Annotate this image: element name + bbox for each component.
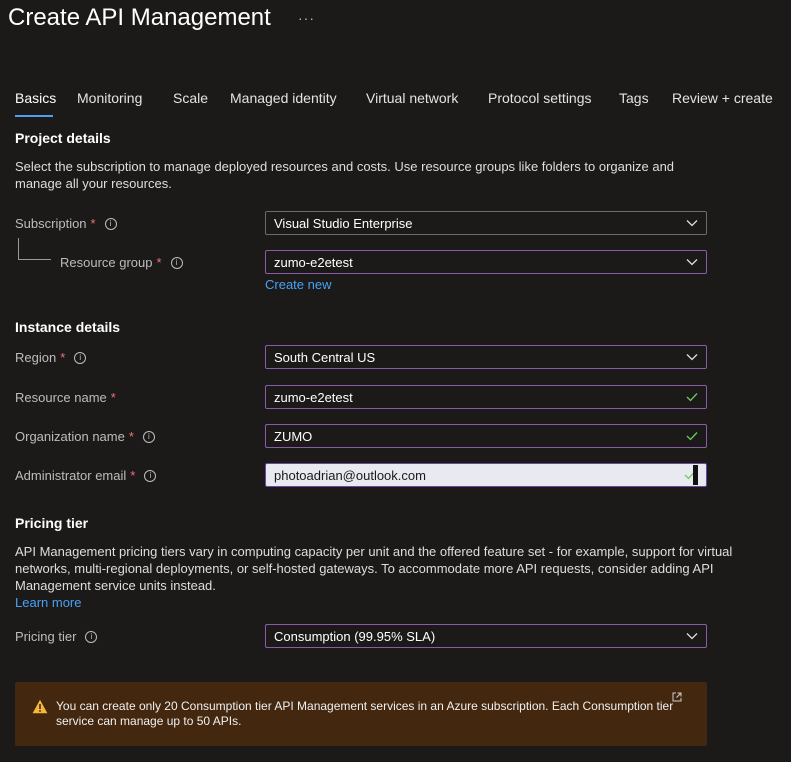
project-details-description: Select the subscription to manage deploy… <box>15 159 675 191</box>
tab-virtual-network[interactable]: Virtual network <box>366 90 458 106</box>
admin-email-value: photoadrian@outlook.com <box>274 467 426 483</box>
resource-name-label-text: Resource name <box>15 390 107 405</box>
external-link-icon[interactable] <box>672 692 682 702</box>
checkmark-icon <box>686 432 698 441</box>
tab-scale[interactable]: Scale <box>173 90 208 106</box>
subscription-dropdown[interactable]: Visual Studio Enterprise <box>265 211 707 235</box>
tab-monitoring[interactable]: Monitoring <box>77 90 142 106</box>
admin-email-label-text: Administrator email <box>15 468 127 483</box>
active-tab-indicator <box>15 115 53 117</box>
resource-name-label: Resource name * <box>15 390 116 405</box>
subscription-label: Subscription * i <box>15 216 117 231</box>
organization-name-label-text: Organization name <box>15 429 125 444</box>
region-value: South Central US <box>274 349 376 365</box>
pricing-tier-description: API Management pricing tiers vary in com… <box>15 544 733 593</box>
tab-tags[interactable]: Tags <box>619 90 649 106</box>
region-dropdown[interactable]: South Central US <box>265 345 707 369</box>
admin-email-label: Administrator email * i <box>15 468 157 483</box>
info-icon[interactable]: i <box>144 469 157 482</box>
pricing-tier-label: Pricing tier i <box>15 629 98 644</box>
text-cursor <box>693 465 698 485</box>
region-label-text: Region <box>15 350 57 365</box>
page-title: Create API Management <box>8 4 271 31</box>
required-marker: * <box>60 350 66 365</box>
checkmark-icon <box>686 393 698 402</box>
info-icon[interactable]: i <box>142 430 155 443</box>
chevron-down-icon <box>686 633 698 640</box>
pricing-tier-heading: Pricing tier <box>15 515 89 531</box>
tree-connector-horizontal <box>18 259 51 260</box>
organization-name-label: Organization name * i <box>15 429 155 444</box>
required-marker: * <box>90 216 96 231</box>
tab-basics[interactable]: Basics <box>15 90 56 106</box>
info-icon[interactable]: i <box>104 217 117 230</box>
chevron-down-icon <box>686 220 698 227</box>
resource-name-input[interactable]: zumo-e2etest <box>265 385 707 409</box>
create-new-resource-group-link[interactable]: Create new <box>265 277 331 292</box>
required-marker: * <box>156 255 162 270</box>
required-marker: * <box>130 468 136 483</box>
resource-group-label: Resource group * i <box>60 255 183 270</box>
tab-review-create[interactable]: Review + create <box>672 90 773 106</box>
project-details-heading: Project details <box>15 130 111 146</box>
region-label: Region * i <box>15 350 87 365</box>
resource-name-value: zumo-e2etest <box>274 389 353 405</box>
subscription-label-text: Subscription <box>15 216 87 231</box>
chevron-down-icon <box>686 259 698 266</box>
pricing-tier-dropdown[interactable]: Consumption (99.95% SLA) <box>265 624 707 648</box>
resource-group-label-text: Resource group <box>60 255 153 270</box>
info-icon[interactable]: i <box>74 351 87 364</box>
required-marker: * <box>110 390 116 405</box>
info-icon[interactable]: i <box>170 256 183 269</box>
organization-name-input[interactable]: ZUMO <box>265 424 707 448</box>
pricing-tier-label-text: Pricing tier <box>15 629 77 644</box>
pricing-tier-value: Consumption (99.95% SLA) <box>274 628 436 644</box>
info-icon[interactable]: i <box>85 630 98 643</box>
subscription-value: Visual Studio Enterprise <box>274 215 413 231</box>
tab-managed-identity[interactable]: Managed identity <box>230 90 337 106</box>
organization-name-value: ZUMO <box>274 428 313 444</box>
required-marker: * <box>128 429 134 444</box>
tab-protocol-settings[interactable]: Protocol settings <box>488 90 592 106</box>
resource-group-dropdown[interactable]: zumo-e2etest <box>265 250 707 274</box>
admin-email-input[interactable]: photoadrian@outlook.com <box>265 463 707 487</box>
chevron-down-icon <box>686 354 698 361</box>
learn-more-link[interactable]: Learn more <box>15 595 81 610</box>
warning-icon <box>32 699 48 714</box>
warning-message: You can create only 20 Consumption tier … <box>56 699 674 728</box>
resource-group-value: zumo-e2etest <box>274 254 353 270</box>
tree-connector-vertical <box>18 238 19 259</box>
instance-details-heading: Instance details <box>15 319 121 335</box>
more-options-button[interactable]: ··· <box>298 10 315 26</box>
